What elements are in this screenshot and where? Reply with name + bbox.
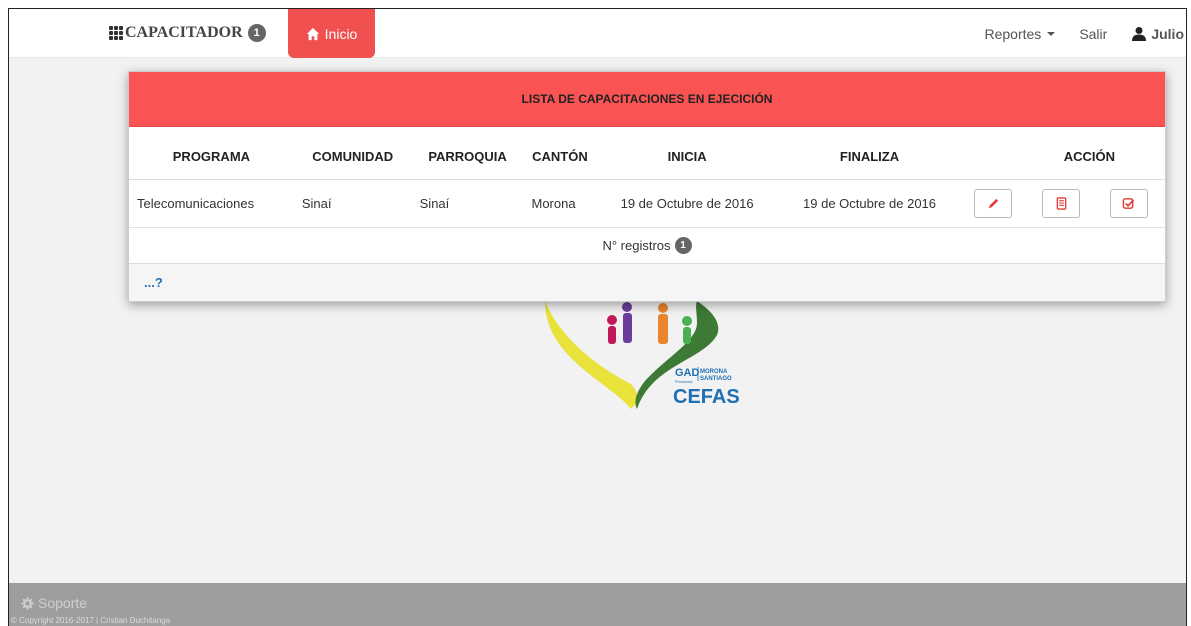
records-count: N° registros 1	[129, 228, 1165, 264]
document-icon	[1056, 196, 1066, 210]
user-name: Julio	[1151, 25, 1184, 42]
brand-badge: 1	[247, 24, 266, 42]
cell-inicia: 19 de Octubre de 2016	[596, 179, 778, 228]
logo-cefas-text: CEFAS	[673, 386, 740, 408]
col-finaliza: FINALIZA	[777, 127, 962, 180]
cell-programa: Telecomunicaciones	[129, 179, 294, 228]
col-accion: ACCIÓN	[961, 127, 1165, 180]
report-button[interactable]	[1042, 188, 1081, 218]
chevron-down-icon	[1047, 31, 1056, 36]
family-figures-icon	[607, 302, 692, 344]
panel-footer: ...?	[129, 263, 1165, 301]
cell-canton: Morona	[523, 179, 597, 228]
logout-label: Salir	[1079, 25, 1108, 42]
check-square-icon	[1123, 197, 1135, 209]
cell-actions	[961, 179, 1165, 228]
trainings-panel: LISTA DE CAPACITACIONES EN EJECICIÓN PRO…	[128, 71, 1166, 302]
nav-right: Reportes Salir Julio	[973, 9, 1187, 58]
logo-gad-text: GAD	[675, 367, 700, 379]
records-count-label: N° registros	[602, 237, 671, 253]
trainings-table: PROGRAMA COMUNIDAD PARROQUIA CANTÓN INIC…	[129, 127, 1165, 228]
reports-dropdown[interactable]: Reportes	[973, 26, 1068, 42]
panel-title: LISTA DE CAPACITACIONES EN EJECICIÓN	[129, 72, 1165, 127]
pencil-icon	[988, 198, 998, 208]
cell-finaliza: 19 de Octubre de 2016	[777, 179, 962, 228]
brand[interactable]: CAPACITADOR 1	[109, 24, 266, 42]
col-canton: CANTÓN	[523, 127, 597, 180]
nav-home-tab[interactable]: Inicio	[288, 9, 375, 58]
records-count-badge: 1	[674, 236, 692, 254]
user-menu[interactable]: Julio	[1119, 26, 1186, 42]
table-header-row: PROGRAMA COMUNIDAD PARROQUIA CANTÓN INIC…	[129, 127, 1165, 180]
home-icon	[306, 27, 319, 40]
table-row: Telecomunicaciones Sinaí Sinaí Morona 19…	[129, 179, 1165, 228]
brand-name: CAPACITADOR	[125, 24, 243, 41]
support-link[interactable]: Soporte	[21, 595, 87, 611]
reports-label: Reportes	[984, 25, 1042, 42]
cell-comunidad: Sinaí	[293, 179, 412, 228]
col-inicia: INICIA	[596, 127, 778, 180]
support-label: Soporte	[38, 595, 88, 611]
cell-parroquia: Sinaí	[411, 179, 524, 228]
copyright-text: © Copyright 2016-2017 | Cristian Duchita…	[11, 616, 171, 625]
help-link[interactable]: ...?	[144, 275, 163, 290]
col-programa: PROGRAMA	[129, 127, 294, 180]
top-navbar: CAPACITADOR 1 Inicio Reportes Salir Juli…	[9, 9, 1186, 58]
edit-button[interactable]	[974, 188, 1013, 218]
logo-santiago-text: SANTIAGO	[700, 376, 732, 382]
logo-morona-text: MORONA	[700, 369, 728, 375]
logout-link[interactable]: Salir	[1067, 26, 1119, 42]
user-icon	[1132, 26, 1147, 41]
logo-gad-sub: Provincial	[675, 379, 692, 384]
page-footer: Soporte © Copyright 2016-2017 | Cristian…	[9, 583, 1186, 626]
cefas-logo: GAD Provincial MORONA SANTIAGO CEFAS	[545, 301, 740, 409]
gear-icon	[21, 596, 34, 610]
complete-button[interactable]	[1109, 188, 1148, 218]
nav-home-label: Inicio	[324, 25, 358, 42]
app-frame: CAPACITADOR 1 Inicio Reportes Salir Juli…	[8, 8, 1187, 626]
col-comunidad: COMUNIDAD	[293, 127, 412, 180]
col-parroquia: PARROQUIA	[411, 127, 524, 180]
apps-grid-icon	[109, 26, 123, 40]
